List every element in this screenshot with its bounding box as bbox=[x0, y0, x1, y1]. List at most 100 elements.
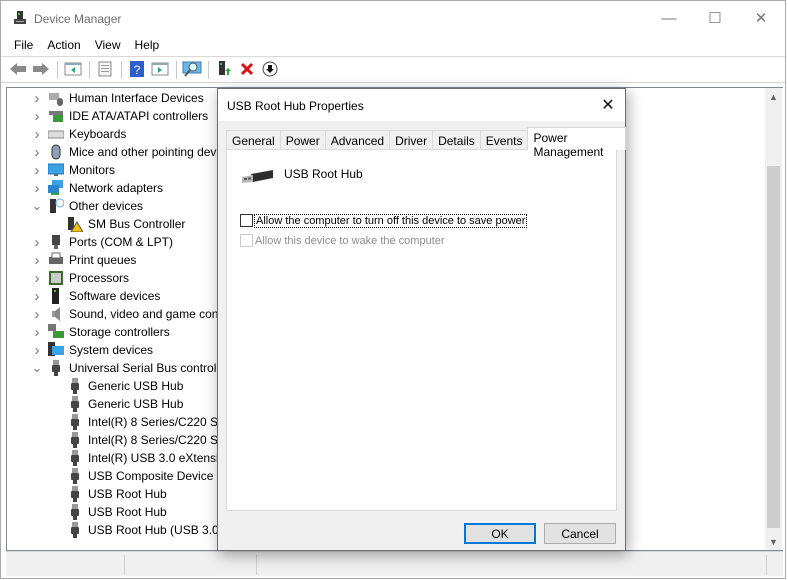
menu-help[interactable]: Help bbox=[128, 35, 167, 56]
processor-icon bbox=[48, 270, 64, 286]
hid-icon bbox=[48, 90, 64, 106]
tree-category[interactable]: ⌄ Universal Serial Bus controllers bbox=[32, 359, 236, 377]
tree-label: Software devices bbox=[69, 289, 161, 303]
tree-category[interactable]: › Network adapters bbox=[35, 179, 164, 197]
show-hide-action-pane-icon bbox=[151, 62, 169, 79]
tree-category[interactable]: › Storage controllers bbox=[35, 323, 170, 341]
close-icon: ✕ bbox=[601, 97, 615, 114]
tree-label: Mice and other pointing devices bbox=[69, 145, 238, 159]
maximize-button[interactable]: ☐ bbox=[692, 1, 738, 35]
allow-turn-off-checkbox[interactable] bbox=[240, 214, 253, 227]
system-device-icon bbox=[48, 342, 64, 358]
properties-icon bbox=[97, 61, 113, 80]
status-bar bbox=[6, 551, 783, 576]
tree-device[interactable]: USB Composite Device bbox=[67, 467, 213, 485]
properties-button[interactable] bbox=[94, 59, 116, 81]
dialog-close-button[interactable]: ✕ bbox=[597, 95, 619, 115]
chevron-right-icon[interactable]: › bbox=[32, 251, 42, 269]
chevron-right-icon[interactable]: › bbox=[32, 269, 42, 287]
chevron-down-icon[interactable]: ⌄ bbox=[32, 197, 43, 215]
show-hide-console-tree-icon bbox=[64, 62, 82, 79]
chevron-right-icon[interactable]: › bbox=[32, 323, 42, 341]
tree-label: USB Root Hub bbox=[88, 487, 167, 501]
chevron-right-icon[interactable]: › bbox=[32, 125, 42, 143]
scroll-down-icon[interactable]: ▼ bbox=[765, 533, 782, 550]
usb-icon bbox=[67, 432, 83, 448]
minimize-button[interactable]: — bbox=[646, 1, 692, 35]
chevron-right-icon[interactable]: › bbox=[32, 107, 42, 125]
ide-controller-icon bbox=[48, 108, 64, 124]
tree-category[interactable]: › Software devices bbox=[35, 287, 161, 305]
disable-device-icon bbox=[262, 61, 278, 80]
window-title: Device Manager bbox=[34, 12, 122, 26]
tree-category[interactable]: › System devices bbox=[35, 341, 154, 359]
tab-power[interactable]: Power bbox=[279, 130, 326, 150]
tree-category[interactable]: › Print queues bbox=[35, 251, 137, 269]
tree-category[interactable]: › IDE ATA/ATAPI controllers bbox=[35, 107, 209, 125]
warning-device-icon bbox=[67, 216, 84, 233]
tab-driver[interactable]: Driver bbox=[389, 130, 434, 150]
ok-button[interactable]: OK bbox=[464, 523, 536, 544]
chevron-down-icon[interactable]: ⌄ bbox=[32, 359, 43, 377]
scroll-thumb[interactable] bbox=[767, 166, 780, 528]
tree-label: Keyboards bbox=[69, 127, 127, 141]
tree-category[interactable]: › Human Interface Devices bbox=[35, 89, 204, 107]
disable-device-button[interactable] bbox=[259, 59, 281, 81]
tree-label: Print queues bbox=[69, 253, 137, 267]
vertical-scrollbar[interactable]: ▲ ▼ bbox=[765, 88, 782, 550]
tree-device[interactable]: SM Bus Controller bbox=[67, 215, 185, 233]
menu-view[interactable]: View bbox=[88, 35, 128, 56]
tree-label: Ports (COM & LPT) bbox=[69, 235, 174, 249]
software-device-icon bbox=[48, 288, 64, 304]
tree-device[interactable]: Generic USB Hub bbox=[67, 377, 183, 395]
back-button[interactable] bbox=[7, 59, 29, 81]
toolbar-separator bbox=[121, 61, 122, 79]
update-driver-button[interactable] bbox=[213, 59, 235, 81]
svg-text:?: ? bbox=[134, 63, 141, 77]
tab-power-management[interactable]: Power Management bbox=[527, 127, 626, 159]
tree-category[interactable]: › Mice and other pointing devices bbox=[35, 143, 238, 161]
menu-file[interactable]: File bbox=[7, 35, 40, 56]
tree-device[interactable]: USB Root Hub (USB 3.0) bbox=[67, 521, 223, 539]
tree-device[interactable]: USB Root Hub bbox=[67, 485, 167, 503]
chevron-right-icon[interactable]: › bbox=[32, 89, 42, 107]
tree-category[interactable]: ⌄ Other devices bbox=[32, 197, 143, 215]
tab-advanced[interactable]: Advanced bbox=[324, 130, 391, 150]
storage-controller-icon bbox=[48, 324, 64, 340]
chevron-right-icon[interactable]: › bbox=[32, 233, 42, 251]
tree-category[interactable]: › Processors bbox=[35, 269, 130, 287]
show-hide-console-tree-button[interactable] bbox=[62, 59, 84, 81]
power-management-panel: USB Root Hub Allow the computer to turn … bbox=[226, 149, 617, 511]
tree-label: Human Interface Devices bbox=[69, 91, 204, 105]
cancel-button[interactable]: Cancel bbox=[544, 523, 616, 544]
help-button[interactable]: ? bbox=[126, 59, 148, 81]
tree-device[interactable]: USB Root Hub bbox=[67, 503, 167, 521]
allow-turn-off-label[interactable]: Allow the computer to turn off this devi… bbox=[253, 213, 528, 228]
tree-category[interactable]: › Ports (COM & LPT) bbox=[35, 233, 174, 251]
chevron-right-icon[interactable]: › bbox=[32, 341, 42, 359]
tab-details[interactable]: Details bbox=[432, 130, 481, 150]
scroll-up-icon[interactable]: ▲ bbox=[765, 88, 782, 105]
tab-general[interactable]: General bbox=[226, 130, 281, 150]
tree-category[interactable]: › Keyboards bbox=[35, 125, 127, 143]
chevron-right-icon[interactable]: › bbox=[32, 305, 42, 323]
tab-events[interactable]: Events bbox=[479, 130, 529, 150]
uninstall-device-button[interactable] bbox=[236, 59, 258, 81]
port-icon bbox=[48, 234, 64, 250]
scan-hardware-changes-button[interactable] bbox=[181, 59, 203, 81]
forward-button[interactable] bbox=[30, 59, 52, 81]
chevron-right-icon[interactable]: › bbox=[32, 179, 42, 197]
toolbar-separator bbox=[57, 61, 58, 79]
chevron-right-icon[interactable]: › bbox=[32, 143, 42, 161]
tree-device[interactable]: Generic USB Hub bbox=[67, 395, 183, 413]
chevron-right-icon[interactable]: › bbox=[32, 161, 42, 179]
option-allow-turn-off[interactable]: Allow the computer to turn off this devi… bbox=[240, 213, 528, 228]
show-hide-action-pane-button[interactable] bbox=[149, 59, 171, 81]
option-allow-wake: Allow this device to wake the computer bbox=[240, 234, 445, 247]
toolbar-separator bbox=[208, 61, 209, 79]
chevron-right-icon[interactable]: › bbox=[32, 287, 42, 305]
tree-category[interactable]: › Monitors bbox=[35, 161, 116, 179]
menu-action[interactable]: Action bbox=[40, 35, 87, 56]
close-button[interactable]: ✕ bbox=[738, 1, 784, 35]
usb-icon bbox=[67, 396, 83, 412]
